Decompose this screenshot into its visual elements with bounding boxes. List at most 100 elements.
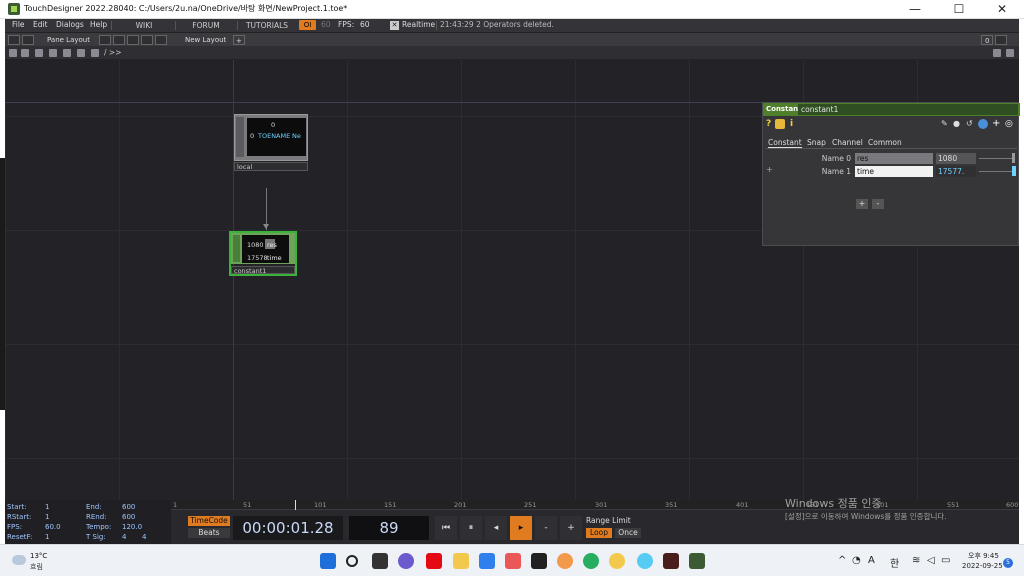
step-plus-button[interactable]: + xyxy=(560,516,582,540)
pane-layout-label[interactable]: Pane Layout xyxy=(47,35,90,45)
task-view-icon[interactable] xyxy=(372,553,388,569)
tutorials-link[interactable]: TUTORIALS xyxy=(239,19,295,32)
frame-display[interactable]: 89 xyxy=(349,516,429,540)
tab-snap[interactable]: Snap xyxy=(807,138,826,147)
touchdesigner-taskbar-icon[interactable] xyxy=(689,553,705,569)
network-path[interactable]: / >> xyxy=(104,48,121,57)
comment-icon[interactable]: ● xyxy=(953,119,960,128)
pane-maximize-icon[interactable] xyxy=(995,35,1007,45)
tsig-b[interactable]: 4 xyxy=(142,533,146,541)
loop-toggle[interactable]: Loop xyxy=(586,528,612,538)
row-add-button[interactable]: + xyxy=(766,165,773,174)
tab-constant[interactable]: Constant xyxy=(768,138,802,148)
python-icon[interactable] xyxy=(775,119,785,129)
node-local[interactable]: 0 0 TOENAME Ne local xyxy=(234,114,308,172)
param-value1-field[interactable]: 17577. xyxy=(936,166,976,177)
rend-value[interactable]: 600 xyxy=(122,513,135,521)
tab-common[interactable]: Common xyxy=(868,138,902,147)
forum-link[interactable]: FORUM xyxy=(177,19,235,32)
network-editor[interactable]: 0 0 TOENAME Ne local 1080 res 17578 time… xyxy=(5,60,1020,500)
settings-icon[interactable] xyxy=(993,49,1001,57)
windows-start-icon[interactable] xyxy=(320,553,336,569)
netflix-icon[interactable] xyxy=(426,553,442,569)
maximize-button[interactable]: ☐ xyxy=(937,0,981,19)
tray-app-icon[interactable]: ◔ xyxy=(852,555,861,566)
layout-preset-2[interactable] xyxy=(113,35,125,45)
node-label-bar[interactable]: constant1 xyxy=(231,266,295,275)
weather-temperature[interactable]: 13°C xyxy=(30,552,47,560)
layout-preset-3[interactable] xyxy=(127,35,139,45)
pane-counter[interactable]: 0 xyxy=(981,35,994,45)
timeline-ruler[interactable]: 1 51 101 151 201 251 301 351 401 451 501… xyxy=(171,500,1019,510)
timecode-display[interactable]: 00:00:01.28 xyxy=(233,516,343,540)
node-flag-bar[interactable] xyxy=(236,117,244,157)
playhead[interactable] xyxy=(295,500,296,510)
operator-name-field[interactable]: constant1 xyxy=(798,104,1018,115)
tray-expand-icon[interactable]: ^ xyxy=(838,555,846,566)
office-icon[interactable] xyxy=(505,553,521,569)
globe-icon[interactable] xyxy=(978,119,988,129)
menu-dialogs[interactable]: Dialogs xyxy=(56,20,84,29)
ol-badge[interactable]: OI xyxy=(299,20,316,30)
forward-icon[interactable] xyxy=(49,49,57,57)
add-row-button[interactable]: + xyxy=(856,199,868,209)
mail-icon[interactable] xyxy=(479,553,495,569)
notion-icon[interactable] xyxy=(531,553,547,569)
remove-row-button[interactable]: - xyxy=(872,199,884,209)
timecode-toggle[interactable]: TimeCode xyxy=(188,516,230,526)
rstart-value[interactable]: 1 xyxy=(45,513,49,521)
new-layout-tab[interactable]: New Layout xyxy=(185,35,226,45)
back-icon[interactable] xyxy=(35,49,43,57)
add-icon[interactable] xyxy=(63,49,71,57)
notification-badge[interactable]: 5 xyxy=(1003,558,1013,568)
tsig-a[interactable]: 4 xyxy=(122,533,126,541)
resetf-value[interactable]: 1 xyxy=(45,533,49,541)
star-icon[interactable] xyxy=(77,49,85,57)
realtime-label[interactable]: Realtime xyxy=(402,20,435,29)
step-minus-button[interactable]: - xyxy=(535,516,557,540)
menu-file[interactable]: File xyxy=(12,20,25,29)
stop-icon[interactable] xyxy=(21,49,29,57)
reset-icon[interactable]: ↺ xyxy=(966,119,973,128)
node-viewer[interactable]: 0 0 TOENAME Ne xyxy=(247,118,306,156)
value1-slider-handle[interactable] xyxy=(1012,166,1016,176)
pane-anchor-icon[interactable] xyxy=(22,35,34,45)
node-label-bar[interactable]: local xyxy=(234,162,308,171)
param-name0-field[interactable]: res xyxy=(855,153,933,164)
fps-value[interactable]: 60.0 xyxy=(45,523,61,531)
wifi-icon[interactable]: ≋ xyxy=(912,555,920,566)
wiki-link[interactable]: WIKI xyxy=(115,19,173,32)
node-constant1[interactable]: 1080 res 17578 time constant1 xyxy=(229,231,297,276)
battery-icon[interactable]: ▭ xyxy=(941,555,950,566)
value1-slider[interactable] xyxy=(979,171,1013,172)
param-name1-field[interactable]: time xyxy=(855,166,933,177)
once-toggle[interactable]: Once xyxy=(615,528,641,538)
search-icon[interactable] xyxy=(346,555,358,567)
add-layout-button[interactable]: + xyxy=(233,35,245,45)
illustrator-icon[interactable] xyxy=(663,553,679,569)
layout-preset-1[interactable] xyxy=(99,35,111,45)
chrome-profile-2-icon[interactable] xyxy=(637,553,653,569)
node-viewer[interactable]: 1080 res 17578 time xyxy=(242,235,289,263)
menu-edit[interactable]: Edit xyxy=(33,20,48,29)
weather-description[interactable]: 흐림 xyxy=(30,562,43,572)
start-value[interactable]: 1 xyxy=(45,503,49,511)
edit-icon[interactable]: ✎ xyxy=(941,119,948,128)
chrome-profile-icon[interactable] xyxy=(609,553,625,569)
node-flag-bar[interactable] xyxy=(233,235,240,262)
beats-toggle[interactable]: Beats xyxy=(188,528,230,538)
minimize-button[interactable]: — xyxy=(893,0,937,19)
close-button[interactable]: ✕ xyxy=(980,0,1024,19)
layout-preset-4[interactable] xyxy=(141,35,153,45)
rewind-button[interactable]: ⏮ xyxy=(435,516,457,540)
close-pane-icon[interactable] xyxy=(1006,49,1014,57)
value0-slider-handle[interactable] xyxy=(1012,153,1015,163)
menu-help[interactable]: Help xyxy=(90,20,107,29)
info-icon[interactable]: i xyxy=(790,119,793,129)
target-icon[interactable]: ◎ xyxy=(1005,119,1013,129)
cloud-icon[interactable] xyxy=(12,555,26,565)
parent-icon[interactable] xyxy=(91,49,99,57)
end-value[interactable]: 600 xyxy=(122,503,135,511)
play-button[interactable]: ▸ xyxy=(510,516,532,540)
tab-channel[interactable]: Channel xyxy=(832,138,863,147)
